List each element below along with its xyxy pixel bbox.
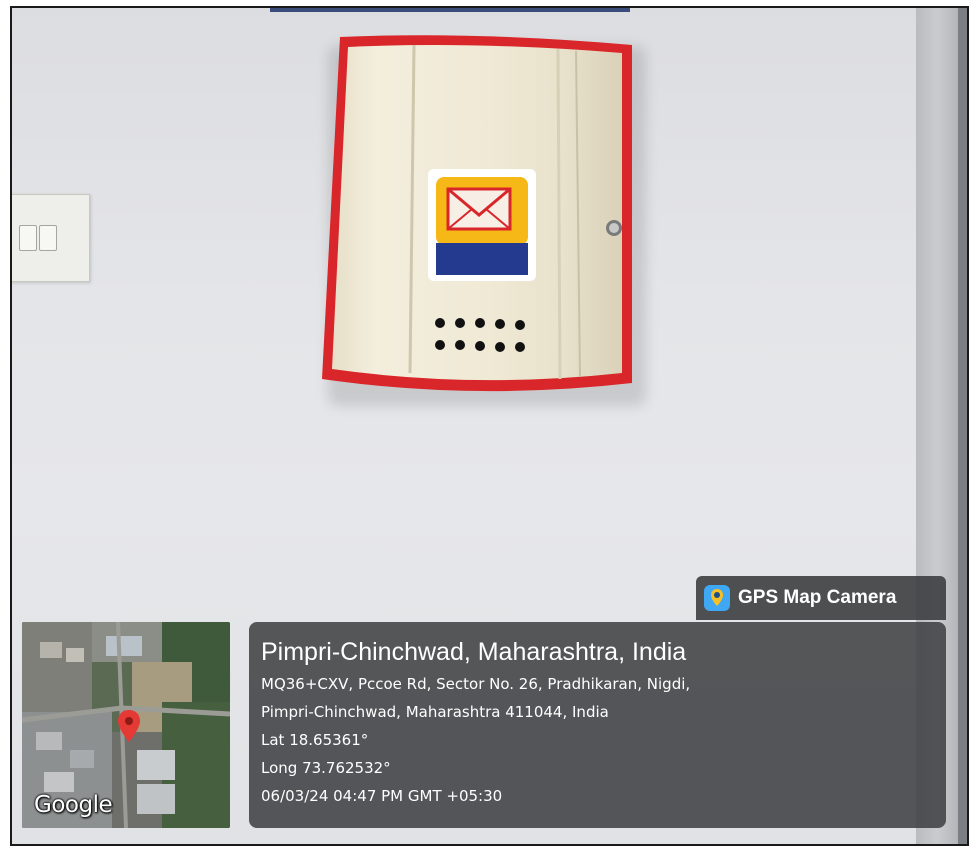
wall-switch <box>19 225 37 251</box>
wall-switch <box>39 225 57 251</box>
map-pin-camera-icon <box>704 585 730 611</box>
letter-box <box>322 35 632 392</box>
app-tag: GPS Map Camera <box>696 576 946 620</box>
google-attribution: Google <box>34 792 113 818</box>
location-info-panel: Pimpri-Chinchwad, Maharashtra, India MQ3… <box>249 622 946 828</box>
address-line-1: MQ36+CXV, Pccoe Rd, Sector No. 26, Pradh… <box>261 675 691 693</box>
location-title: Pimpri-Chinchwad, Maharashtra, India <box>261 638 687 666</box>
red-map-pin-icon <box>118 710 140 742</box>
latitude: Lat 18.65361° <box>261 731 369 749</box>
address-line-2: Pimpri-Chinchwad, Maharashtra 411044, In… <box>261 703 609 721</box>
map-thumbnail: Google <box>22 622 230 828</box>
longitude: Long 73.762532° <box>261 759 391 777</box>
ceiling-edge <box>270 6 630 12</box>
app-name: GPS Map Camera <box>738 587 897 608</box>
switch-plate <box>10 194 90 282</box>
envelope-icon <box>428 169 536 281</box>
cabinet-edge <box>958 6 969 846</box>
timestamp: 06/03/24 04:47 PM GMT +05:30 <box>261 787 503 805</box>
screenshot-frame: Google GPS Map Camera Pimpri-Chinchwad, … <box>0 0 971 854</box>
